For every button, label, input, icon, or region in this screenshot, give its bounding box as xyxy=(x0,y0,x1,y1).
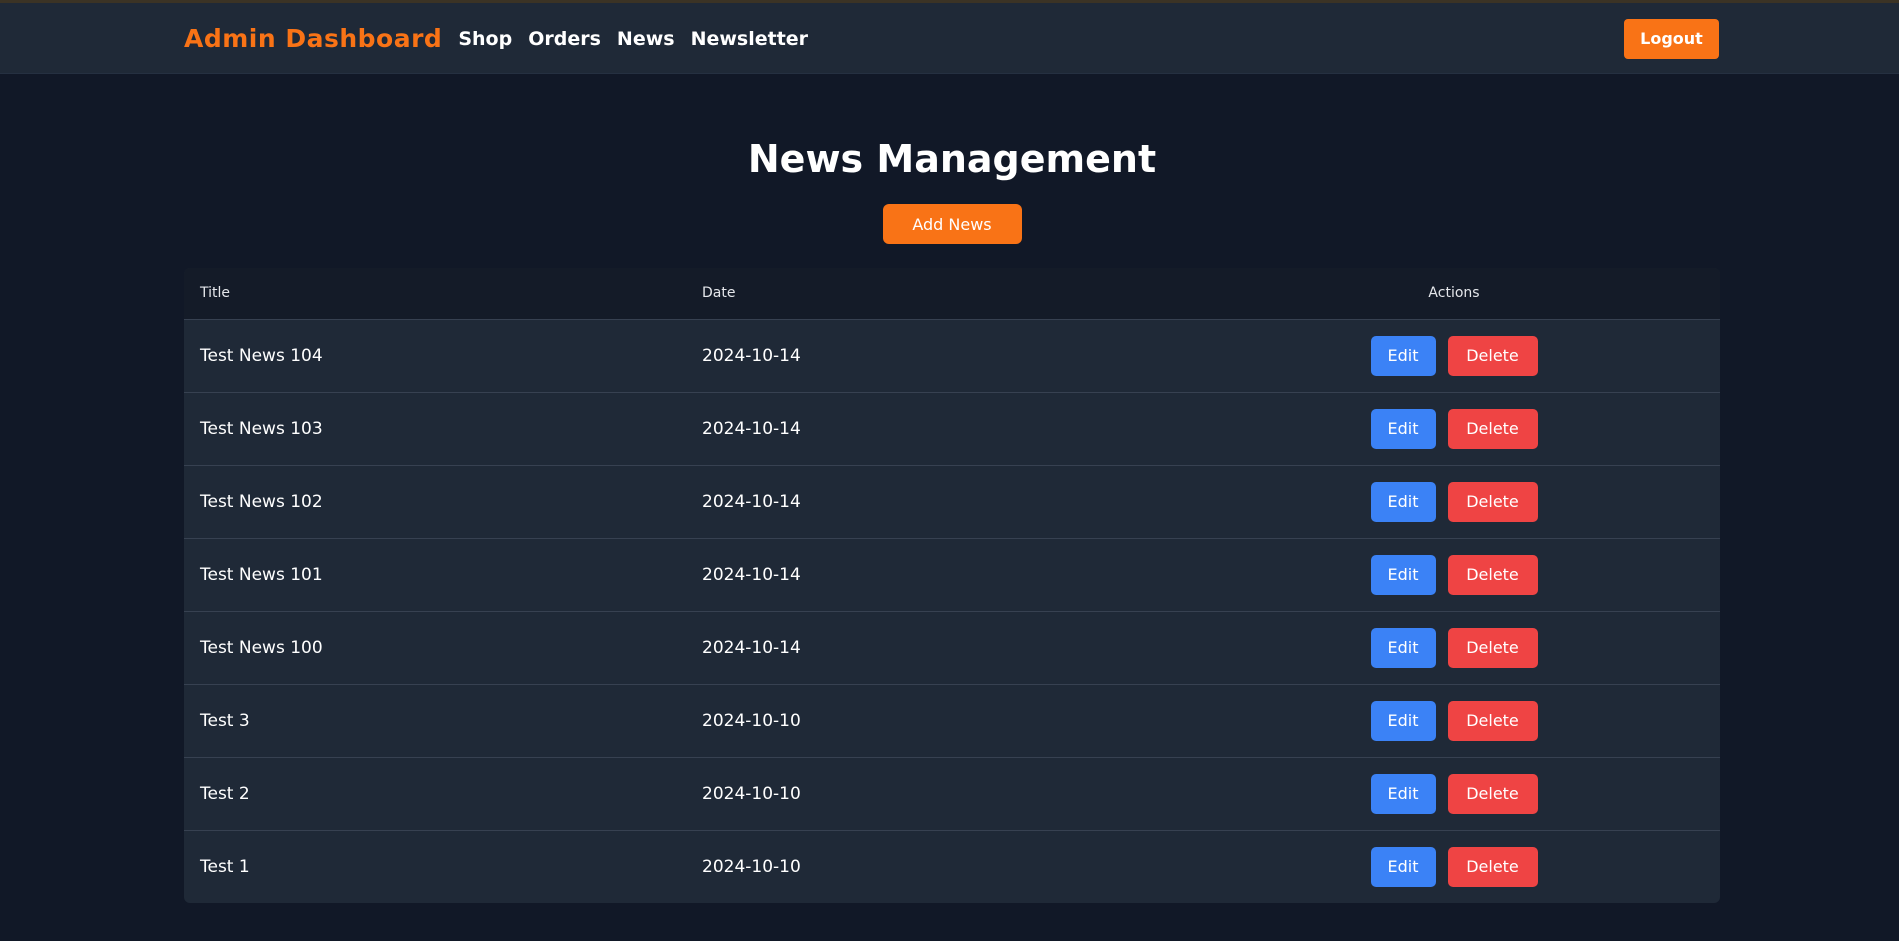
nav-news-link[interactable]: News xyxy=(617,28,675,50)
edit-button[interactable]: Edit xyxy=(1370,408,1436,449)
edit-button[interactable]: Edit xyxy=(1370,554,1436,595)
news-title-cell: Test 1 xyxy=(200,856,250,877)
delete-button[interactable]: Delete xyxy=(1447,700,1538,741)
news-date-cell: 2024-10-14 xyxy=(702,491,801,512)
news-title-cell: Test News 101 xyxy=(200,564,323,585)
nav-orders-link[interactable]: Orders xyxy=(528,28,601,50)
news-table-container: Title Date Actions Test News 104 2024-10-… xyxy=(184,268,1720,903)
edit-button[interactable]: Edit xyxy=(1370,773,1436,814)
delete-button[interactable]: Delete xyxy=(1447,335,1538,376)
actions-cell: Edit Delete xyxy=(1188,319,1720,392)
add-news-wrapper: Add News xyxy=(184,204,1720,244)
actions-cell: Edit Delete xyxy=(1188,757,1720,830)
nav-shop-link[interactable]: Shop xyxy=(458,28,512,50)
page-title: News Management xyxy=(747,137,1157,181)
table-row: Test 1 2024-10-10 Edit Delete xyxy=(184,830,1720,903)
news-title-cell: Test News 103 xyxy=(200,418,323,439)
delete-button[interactable]: Delete xyxy=(1447,554,1538,595)
news-date-cell: 2024-10-14 xyxy=(702,564,801,585)
navbar-inner: Admin Dashboard Shop Orders News Newslet… xyxy=(184,3,1719,74)
news-title-cell: Test News 102 xyxy=(200,491,323,512)
news-title-cell: Test 3 xyxy=(200,710,250,731)
table-row: Test News 100 2024-10-14 Edit Delete xyxy=(184,611,1720,684)
news-date-cell: 2024-10-10 xyxy=(702,710,801,731)
table-row: Test 2 2024-10-10 Edit Delete xyxy=(184,757,1720,830)
table-row: Test 3 2024-10-10 Edit Delete xyxy=(184,684,1720,757)
actions-cell: Edit Delete xyxy=(1188,465,1720,538)
table-row: Test News 103 2024-10-14 Edit Delete xyxy=(184,392,1720,465)
column-header-actions: Actions xyxy=(1428,285,1480,302)
edit-button[interactable]: Edit xyxy=(1370,481,1436,522)
column-header-title: Title xyxy=(200,285,231,302)
table-row: Test News 104 2024-10-14 Edit Delete xyxy=(184,319,1720,392)
top-navbar: Admin Dashboard Shop Orders News Newslet… xyxy=(0,3,1899,74)
edit-button[interactable]: Edit xyxy=(1370,627,1436,668)
news-title-cell: Test News 104 xyxy=(200,345,323,366)
header-row: Title Date Actions xyxy=(184,268,1720,319)
news-date-cell: 2024-10-14 xyxy=(702,345,801,366)
news-date-cell: 2024-10-14 xyxy=(702,637,801,658)
actions-cell: Edit Delete xyxy=(1188,538,1720,611)
news-table: Title Date Actions Test News 104 2024-10-… xyxy=(184,268,1720,903)
delete-button[interactable]: Delete xyxy=(1447,481,1538,522)
table-row: Test News 102 2024-10-14 Edit Delete xyxy=(184,465,1720,538)
delete-button[interactable]: Delete xyxy=(1447,773,1538,814)
delete-button[interactable]: Delete xyxy=(1447,408,1538,449)
news-title-cell: Test News 100 xyxy=(200,637,323,658)
news-title-cell: Test 2 xyxy=(200,783,250,804)
column-header-date: Date xyxy=(702,285,736,302)
actions-cell: Edit Delete xyxy=(1188,830,1720,903)
news-management-main: News Management Add News Title Date Acti… xyxy=(184,74,1720,903)
delete-button[interactable]: Delete xyxy=(1447,846,1538,887)
news-table-header: Title Date Actions xyxy=(184,268,1720,319)
edit-button[interactable]: Edit xyxy=(1370,846,1436,887)
actions-cell: Edit Delete xyxy=(1188,684,1720,757)
add-news-button[interactable]: Add News xyxy=(882,204,1022,244)
news-date-cell: 2024-10-14 xyxy=(702,418,801,439)
nav-newsletter-link[interactable]: Newsletter xyxy=(691,28,808,50)
logout-button[interactable]: Logout xyxy=(1624,18,1719,59)
brand-link[interactable]: Admin Dashboard xyxy=(184,24,442,53)
delete-button[interactable]: Delete xyxy=(1447,627,1538,668)
table-row: Test News 101 2024-10-14 Edit Delete xyxy=(184,538,1720,611)
news-date-cell: 2024-10-10 xyxy=(702,783,801,804)
news-table-body: Test News 104 2024-10-14 Edit Delete Test Ne… xyxy=(184,319,1720,903)
edit-button[interactable]: Edit xyxy=(1370,335,1436,376)
news-date-cell: 2024-10-10 xyxy=(702,856,801,877)
edit-button[interactable]: Edit xyxy=(1370,700,1436,741)
actions-cell: Edit Delete xyxy=(1188,392,1720,465)
actions-cell: Edit Delete xyxy=(1188,611,1720,684)
